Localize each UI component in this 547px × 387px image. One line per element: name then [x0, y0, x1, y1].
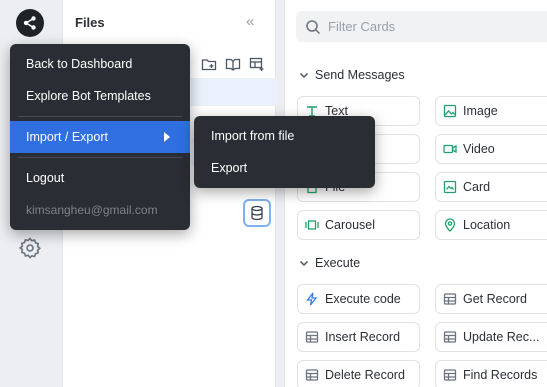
import-export-submenu: Import from file Export [194, 116, 375, 188]
double-chevron-left-icon[interactable]: « [246, 14, 262, 30]
menu-divider [18, 157, 182, 158]
section-title: Execute [315, 256, 361, 270]
card-card[interactable]: Card [435, 172, 547, 202]
card-carousel[interactable]: Carousel [297, 210, 420, 240]
account-email: kimsangheu@gmail.com [10, 194, 190, 226]
card-label: Execute code [325, 292, 401, 306]
files-panel-title: Files [75, 15, 105, 30]
card-update-record[interactable]: Update Rec... [435, 322, 547, 352]
card-location[interactable]: Location [435, 210, 547, 240]
submenu-item-export[interactable]: Export [194, 152, 375, 184]
chevron-right-icon [164, 132, 170, 142]
table-icon [305, 368, 319, 382]
section-execute[interactable]: Execute [298, 256, 360, 270]
menu-item-logout[interactable]: Logout [10, 162, 190, 194]
card-label: Image [463, 104, 498, 118]
card-label: Carousel [325, 218, 376, 232]
submenu-item-label: Export [211, 161, 248, 175]
card-label: Get Record [463, 292, 527, 306]
card-find-records[interactable]: Find Records [435, 360, 547, 387]
menu-divider [18, 116, 182, 117]
book-icon[interactable] [225, 56, 241, 72]
video-icon [443, 142, 457, 156]
card-label: Insert Record [325, 330, 401, 344]
menu-item-label: Import / Export [26, 130, 108, 144]
card-label: Location [463, 218, 511, 232]
app-menu: Back to Dashboard Explore Bot Templates … [10, 44, 190, 230]
section-title: Send Messages [315, 68, 405, 82]
menu-item-label: Explore Bot Templates [26, 89, 151, 103]
card-label: Card [463, 180, 491, 194]
table-icon [305, 330, 319, 344]
menu-item-import-export[interactable]: Import / Export [10, 121, 190, 153]
account-email-text: kimsangheu@gmail.com [26, 203, 158, 217]
table-icon [443, 368, 457, 382]
card-video[interactable]: Video [435, 134, 547, 164]
card-label: Find Records [463, 368, 538, 382]
card-label: Delete Record [325, 368, 405, 382]
new-folder-icon[interactable] [201, 56, 217, 72]
section-send-messages[interactable]: Send Messages [298, 68, 405, 82]
table-add-icon[interactable] [249, 56, 265, 72]
chevron-down-icon [299, 72, 309, 79]
table-icon [443, 330, 457, 344]
image-icon [443, 104, 457, 118]
submenu-item-import-from-file[interactable]: Import from file [194, 120, 375, 152]
table-icon [443, 292, 457, 306]
submenu-item-label: Import from file [211, 129, 295, 143]
settings-gear-icon[interactable] [18, 236, 42, 260]
card-insert-record[interactable]: Insert Record [297, 322, 420, 352]
carousel-icon [305, 218, 319, 232]
app-logo-share-icon[interactable] [16, 9, 44, 37]
database-icon[interactable] [243, 199, 271, 227]
card-icon [443, 180, 457, 194]
card-image[interactable]: Image [435, 96, 547, 126]
menu-item-back-to-dashboard[interactable]: Back to Dashboard [10, 48, 190, 80]
chevron-down-icon [299, 260, 309, 267]
location-pin-icon [443, 218, 457, 232]
lightning-icon [305, 292, 319, 306]
filter-placeholder: Filter Cards [328, 19, 396, 34]
filter-cards-input[interactable]: Filter Cards [296, 11, 547, 42]
card-label: Video [463, 142, 495, 156]
file-list-item-selected[interactable] [191, 78, 277, 106]
menu-item-explore-bot-templates[interactable]: Explore Bot Templates [10, 80, 190, 112]
menu-item-label: Back to Dashboard [26, 57, 133, 71]
card-label: Update Rec... [463, 330, 540, 344]
card-execute-code[interactable]: Execute code [297, 284, 420, 314]
card-get-record[interactable]: Get Record [435, 284, 547, 314]
menu-item-label: Logout [26, 171, 65, 185]
cards-panel: Filter Cards Send Messages Text Image Vi… [284, 0, 547, 387]
card-delete-record[interactable]: Delete Record [297, 360, 420, 387]
search-icon [306, 19, 321, 34]
